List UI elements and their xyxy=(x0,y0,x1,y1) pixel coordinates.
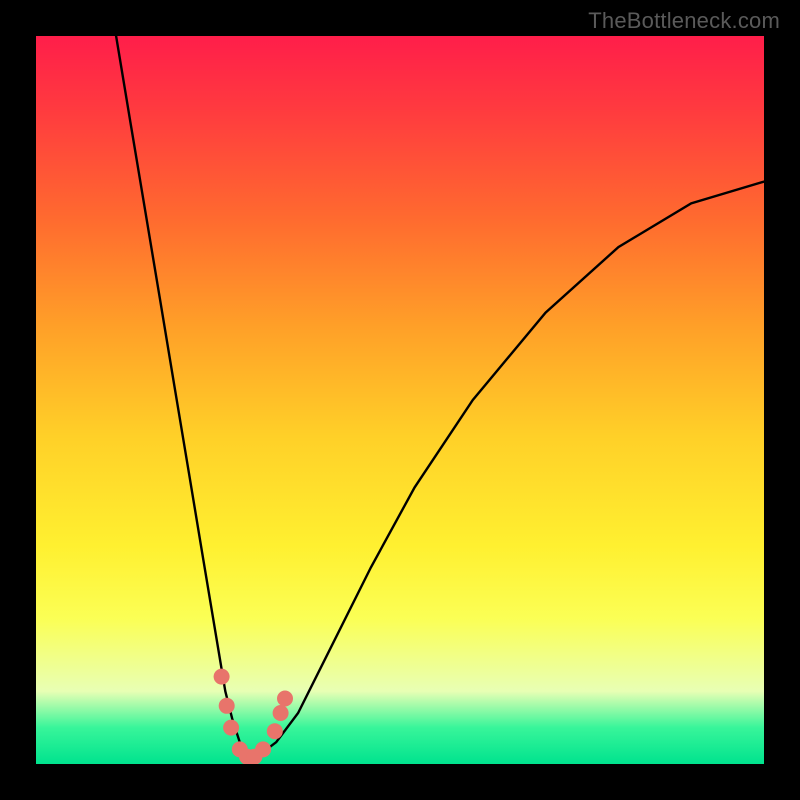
bottleneck-curve xyxy=(116,36,764,757)
curve-layer xyxy=(36,36,764,764)
curve-marker xyxy=(255,741,271,757)
curve-marker xyxy=(214,669,230,685)
curve-marker xyxy=(273,705,289,721)
curve-marker xyxy=(277,691,293,707)
plot-area xyxy=(36,36,764,764)
curve-marker xyxy=(223,720,239,736)
curve-marker xyxy=(219,698,235,714)
marker-group xyxy=(214,669,293,764)
curve-marker xyxy=(267,723,283,739)
chart-frame: TheBottleneck.com xyxy=(0,0,800,800)
watermark-text: TheBottleneck.com xyxy=(588,8,780,34)
